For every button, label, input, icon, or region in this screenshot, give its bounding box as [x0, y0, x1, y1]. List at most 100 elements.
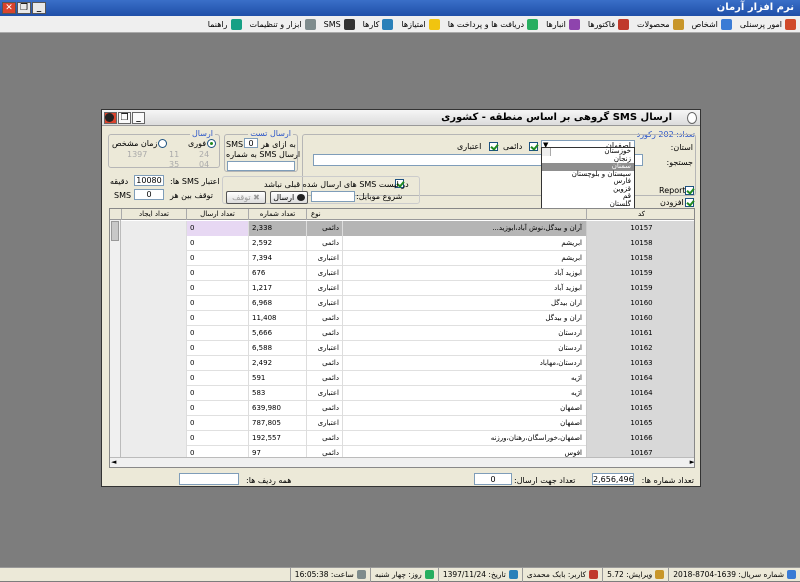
menu-item-3[interactable]: فاکتورها [588, 18, 630, 30]
menu-item-8[interactable]: SMS [324, 18, 355, 30]
dialog-app-icon [687, 112, 697, 124]
date-year[interactable]: 1397 [127, 150, 147, 159]
star-icon [428, 18, 440, 30]
menu-item-1[interactable]: اشخاص [692, 18, 732, 30]
date-day[interactable]: 24 [199, 150, 209, 159]
menu-item-6[interactable]: امتیازها [401, 18, 440, 30]
send-button[interactable]: ارسال [270, 191, 308, 204]
menu-item-10[interactable]: راهنما [208, 18, 242, 30]
radio-immediate[interactable] [207, 139, 216, 148]
cell-name: اژیه [342, 371, 586, 386]
table-row[interactable]: 10157 آران و بیدگل،نوش آباد،ابوزید... دائم… [110, 221, 694, 236]
cell-sent[interactable]: 0 [186, 341, 248, 356]
cell-num: 5,666 [248, 326, 306, 341]
cell-name: ابریشم [342, 236, 586, 251]
menu-item-2[interactable]: محصولات [637, 18, 684, 30]
cell-sent[interactable]: 0 [186, 281, 248, 296]
col-sent[interactable]: تعداد ارسال [186, 209, 248, 220]
table-row[interactable]: 10164 اژیه دائمی 591 0 [110, 371, 694, 386]
cell-sent[interactable]: 0 [186, 296, 248, 311]
table-row[interactable]: 10161 اردستان دائمی 5,666 0 [110, 326, 694, 341]
menu-bar: امور پرسنلی اشخاص محصولات فاکتورها انبارها در… [0, 16, 800, 33]
menu-item-9[interactable]: ابزار و تنظیمات [250, 18, 316, 30]
cell-code: 10160 [586, 311, 694, 326]
test-per-input[interactable]: 0 [244, 138, 258, 148]
status-label: ساعت: 16:05:38 [294, 569, 354, 579]
cell-name: اصفهان [342, 401, 586, 416]
mobile-start-input[interactable] [311, 191, 355, 202]
scroll-left-icon[interactable]: ◄ [111, 458, 116, 466]
test-number-input[interactable] [227, 161, 295, 171]
cell-sent[interactable]: 0 [186, 356, 248, 371]
time-hour[interactable]: 04 [199, 160, 209, 169]
table-row[interactable]: 10159 ابوزید آباد اعتباری 1,217 0 [110, 281, 694, 296]
cell-code: 10157 [586, 221, 694, 236]
dialog-restore-icon[interactable]: ❐ [118, 112, 131, 124]
maximize-icon[interactable]: ❐ [17, 2, 31, 14]
close-icon[interactable]: ✕ [2, 2, 16, 14]
grid-vertical-scrollbar[interactable] [110, 220, 121, 457]
table-row[interactable]: 10165 اصفهان دائمی 639,980 0 [110, 401, 694, 416]
table-row[interactable]: 10165 اصفهان اعتباری 787,805 0 [110, 416, 694, 431]
cell-num: 11,408 [248, 311, 306, 326]
minimize-icon[interactable]: _ [32, 2, 46, 14]
table-row[interactable]: 10164 اژیه اعتباری 583 0 [110, 386, 694, 401]
checkbox-credit[interactable] [489, 142, 498, 151]
col-type[interactable]: نوع [306, 209, 586, 220]
menu-item-7[interactable]: کارها [363, 18, 394, 30]
table-row[interactable]: 10163 اردستان،مهاباد دائمی 2,492 0 [110, 356, 694, 371]
status-item-3: تاریخ: 1397/11/24 [437, 567, 522, 582]
table-row[interactable]: 10158 ابریشم اعتباری 7,394 0 [110, 251, 694, 266]
scroll-right-icon[interactable]: ► [690, 458, 694, 466]
cell-sent[interactable]: 0 [186, 371, 248, 386]
checkbox-report[interactable] [685, 186, 694, 195]
col-created[interactable]: تعداد ایجاد [121, 209, 186, 220]
pause-input[interactable]: 0 [134, 189, 164, 200]
grid-horizontal-scrollbar[interactable]: ◄ ► [110, 457, 694, 467]
scroll-thumb[interactable] [111, 221, 119, 241]
invoice-icon [618, 18, 630, 30]
status-item-1: ویرایش: 5.72 [602, 567, 668, 582]
radio-scheduled[interactable] [158, 139, 167, 148]
credit-sms-input[interactable]: 10080 [134, 175, 164, 186]
cell-sent[interactable]: 0 [186, 311, 248, 326]
cell-sent[interactable]: 0 [186, 266, 248, 281]
dialog-minimize-icon[interactable]: _ [132, 112, 145, 124]
cell-sent[interactable]: 0 [186, 236, 248, 251]
cell-name: ابوزید آباد [342, 281, 586, 296]
table-row[interactable]: 10159 ابوزید آباد اعتباری 676 0 [110, 266, 694, 281]
time-minute[interactable]: 35 [169, 160, 179, 169]
status-bar: شماره سریال: 1639-8704-2018 ویرایش: 5.72 ک… [0, 567, 800, 582]
cell-sent[interactable]: 0 [186, 251, 248, 266]
cell-sent[interactable]: 0 [186, 401, 248, 416]
date-month[interactable]: 11 [169, 150, 179, 159]
cell-sent[interactable]: 0 [186, 431, 248, 446]
cell-created [121, 236, 186, 251]
menu-item-5[interactable]: دریافت ها و پرداخت ها [448, 18, 539, 30]
cell-code: 10163 [586, 356, 694, 371]
table-row[interactable]: 10162 اردستان اعتباری 6,588 0 [110, 341, 694, 356]
menu-item-4[interactable]: انبارها [546, 18, 580, 30]
col-numbers[interactable]: تعداد شماره [248, 209, 306, 220]
pencil-icon [655, 570, 665, 579]
dropdown-scrollbar[interactable] [542, 148, 551, 156]
table-row[interactable]: 10160 اران و بیدگل دائمی 11,408 0 [110, 311, 694, 326]
checkbox-increase[interactable] [685, 198, 694, 207]
cell-sent[interactable]: 0 [186, 326, 248, 341]
cell-sent[interactable]: 0 [186, 386, 248, 401]
cell-sent[interactable]: 0 [186, 416, 248, 431]
cell-sent[interactable]: 0 [186, 221, 248, 236]
search-label: جستجو: [666, 158, 694, 167]
menu-item-0[interactable]: امور پرسنلی [740, 18, 796, 30]
table-row[interactable]: 10158 ابریشم دائمی 2,592 0 [110, 236, 694, 251]
province-option[interactable]: گلستان [542, 200, 634, 209]
cell-created [121, 296, 186, 311]
province-option[interactable]: قزوین [542, 185, 634, 194]
col-code[interactable]: کد [586, 209, 694, 220]
tools-icon [304, 18, 316, 30]
stop-button[interactable]: ✖ توقف [226, 191, 266, 204]
table-row[interactable]: 10166 اصفهان،خوراسگان،رهنان،ورزنه دائمی 192… [110, 431, 694, 446]
table-row[interactable]: 10160 اران بیدگل اعتباری 6,968 0 [110, 296, 694, 311]
stop-icon: ✖ [253, 193, 260, 202]
checkbox-permanent[interactable] [529, 142, 538, 151]
